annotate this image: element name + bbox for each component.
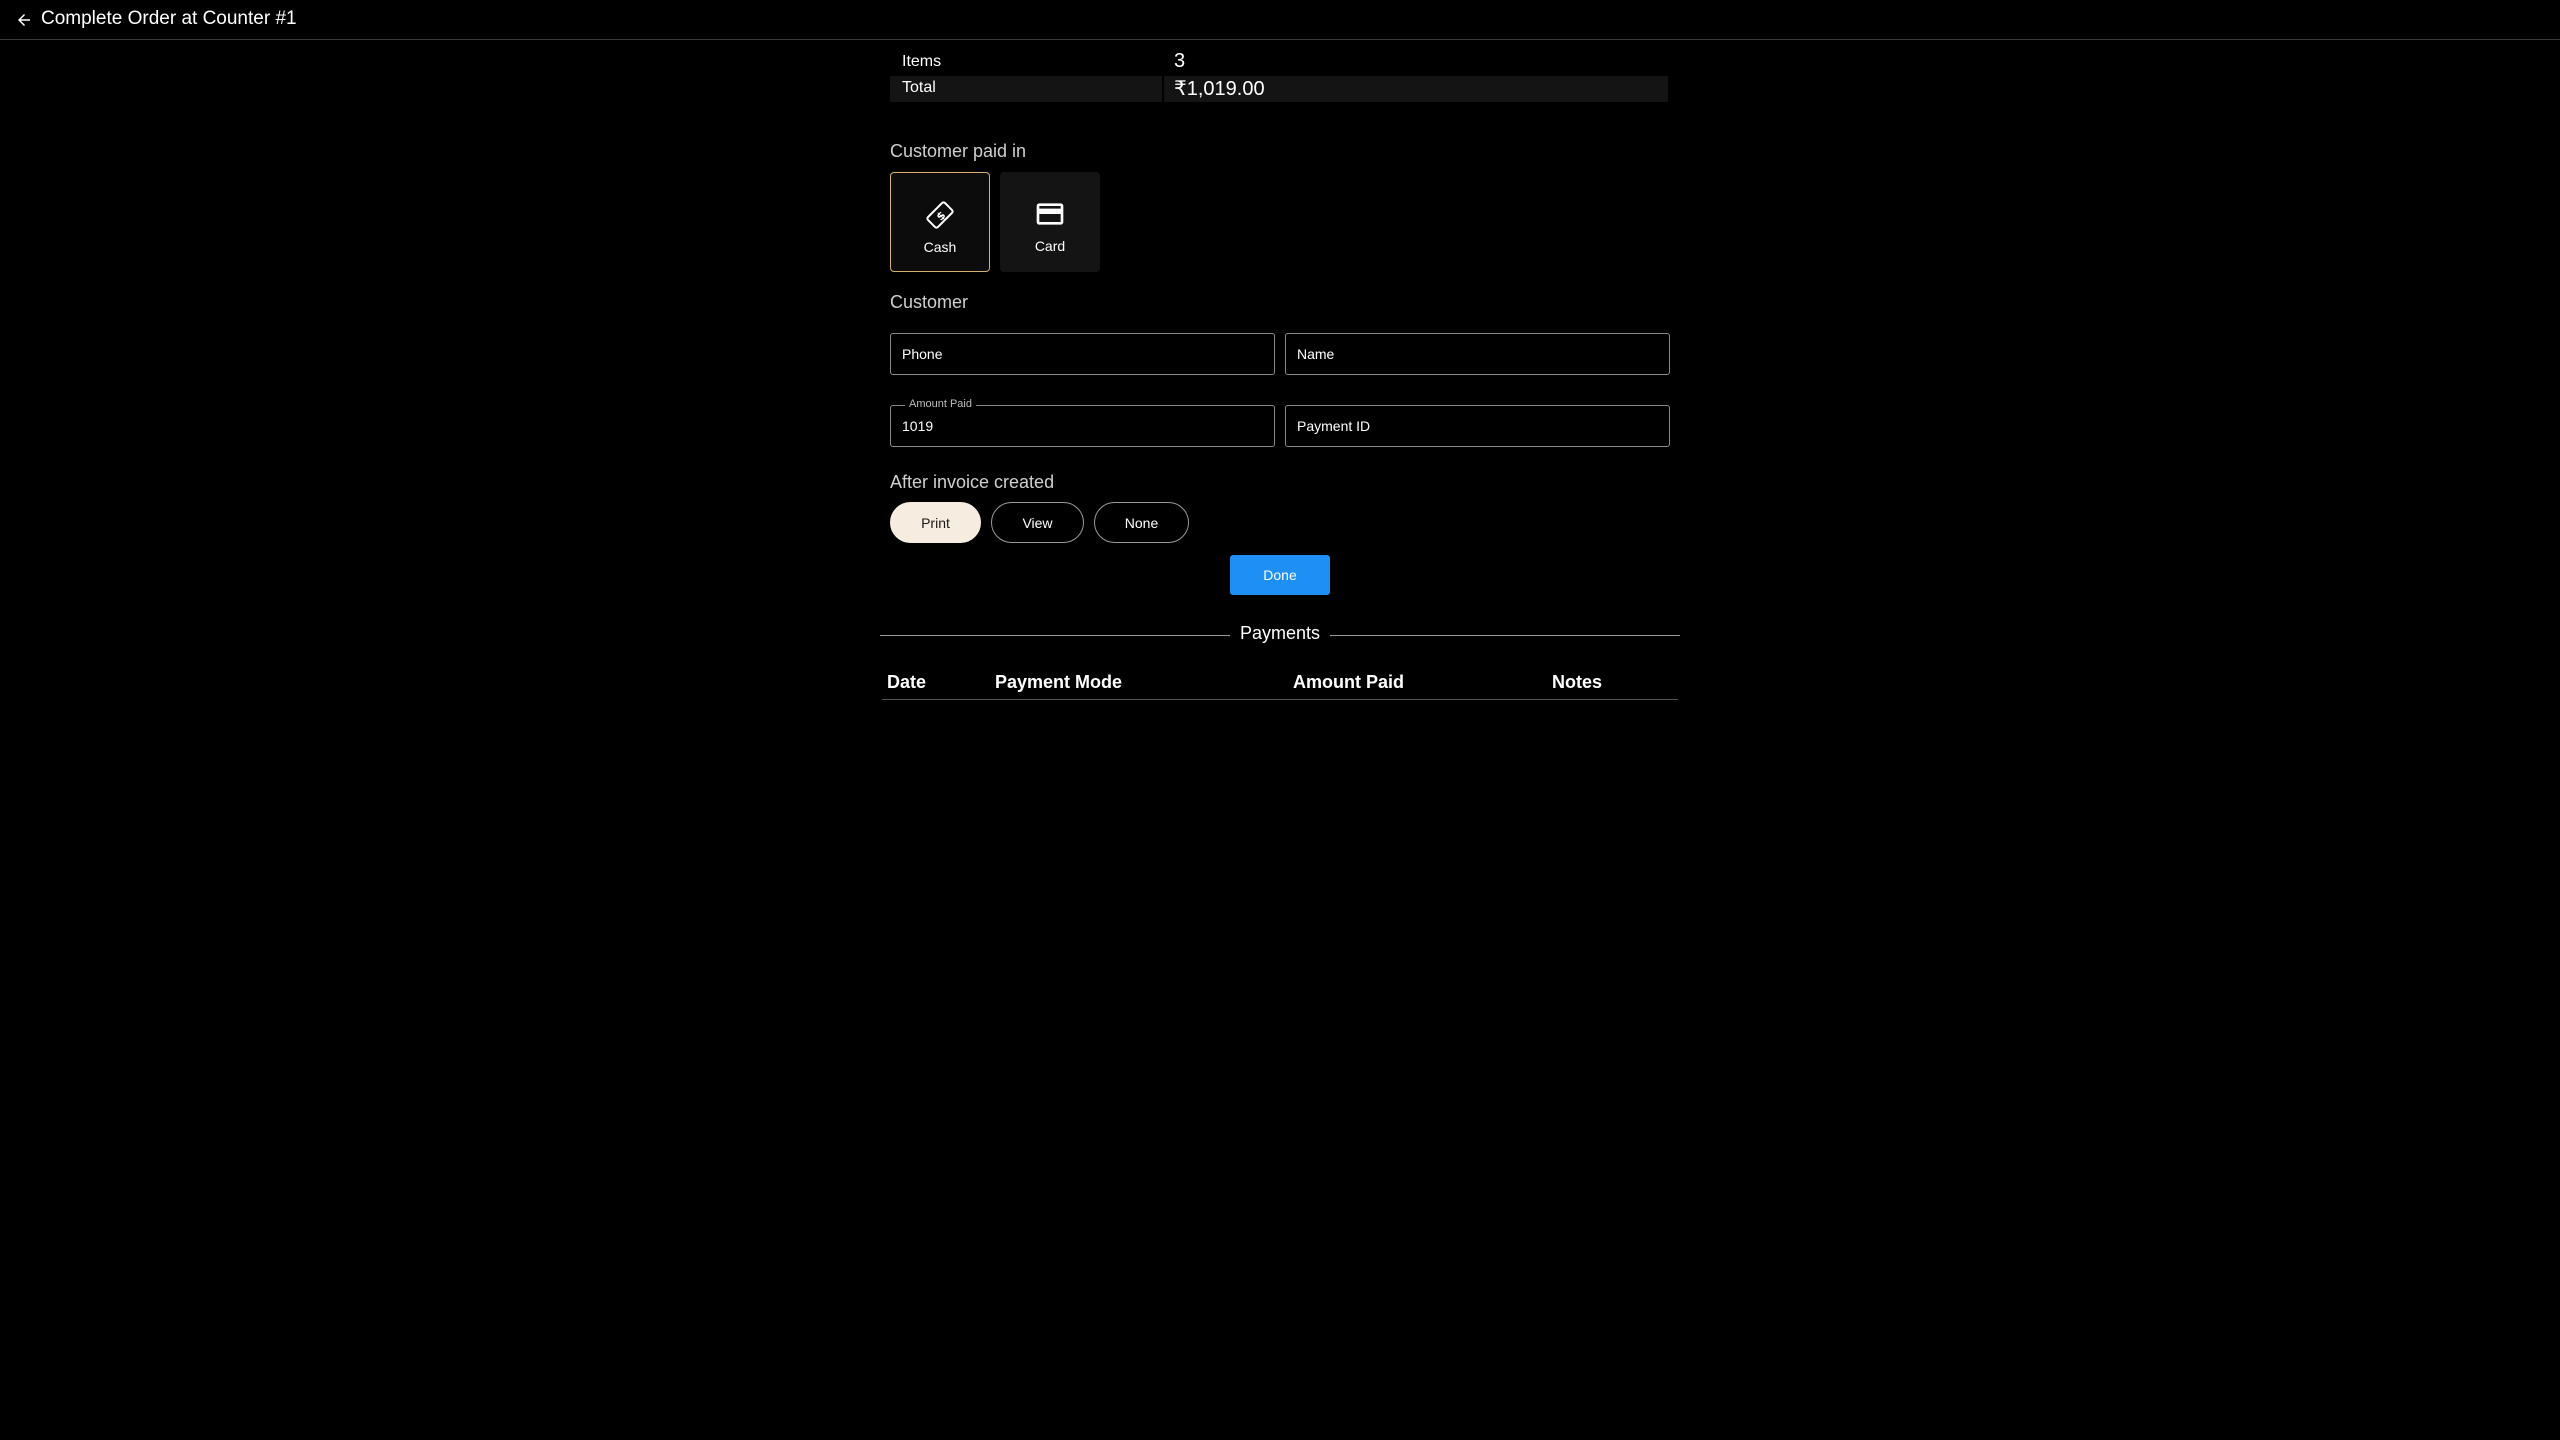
arrow-left-icon [18, 14, 30, 26]
payments-table-header: Date Payment Mode Amount Paid Notes [882, 670, 1678, 700]
top-app-bar: Complete Order at Counter #1 [0, 0, 2560, 40]
after-invoice-label: After invoice created [890, 472, 1055, 492]
phone-field[interactable] [890, 333, 1275, 375]
card-option-label: Card [1034, 238, 1066, 254]
amount-paid-input[interactable] [891, 406, 1274, 446]
payment-id-field[interactable] [1285, 405, 1670, 447]
phone-input[interactable] [891, 334, 1274, 374]
payments-divider-right [1330, 635, 1680, 636]
print-option[interactable]: Print [890, 502, 981, 543]
items-row: Items 3 [890, 50, 1668, 76]
total-value: ₹1,019.00 [1174, 78, 1265, 100]
order-summary: Items 3 Total ₹1,019.00 [890, 50, 1668, 102]
column-header-date: Date [887, 672, 927, 692]
back-button[interactable] [10, 6, 38, 34]
cash-icon: $ [922, 197, 958, 233]
items-label: Items [902, 53, 942, 70]
view-option[interactable]: View [991, 502, 1084, 543]
payments-divider-left [880, 635, 1230, 636]
customer-label: Customer [890, 292, 969, 312]
cash-option-label: Cash [923, 239, 957, 255]
credit-card-icon [1032, 196, 1068, 232]
card-option[interactable]: Card [1000, 172, 1100, 272]
total-row: Total ₹1,019.00 [890, 76, 1668, 102]
column-header-payment-mode: Payment Mode [995, 672, 1123, 692]
name-input[interactable] [1286, 334, 1669, 374]
payments-heading: Payments [1239, 623, 1321, 643]
done-button[interactable]: Done [1230, 555, 1330, 595]
cash-option[interactable]: $ Cash [890, 172, 990, 272]
total-label: Total [902, 79, 936, 96]
column-header-amount-paid: Amount Paid [1293, 672, 1404, 692]
payment-method-label: Customer paid in [890, 141, 1027, 161]
none-option[interactable]: None [1094, 502, 1189, 543]
amount-paid-field[interactable]: Amount Paid [890, 398, 1275, 447]
name-field[interactable] [1285, 333, 1670, 375]
page-title: Complete Order at Counter #1 [41, 8, 297, 29]
column-header-notes: Notes [1552, 672, 1603, 692]
svg-text:$: $ [934, 209, 949, 224]
items-value: 3 [1174, 50, 1186, 72]
payment-id-input[interactable] [1286, 406, 1669, 446]
